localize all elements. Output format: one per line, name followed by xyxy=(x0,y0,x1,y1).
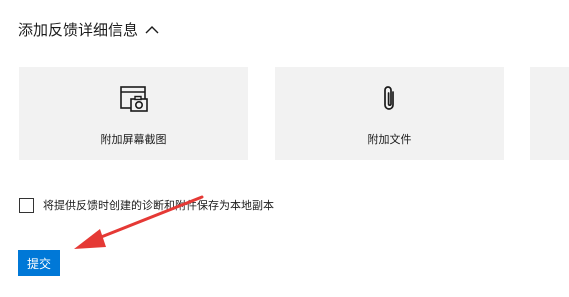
additional-option-card[interactable] xyxy=(530,67,569,160)
attach-screenshot-button[interactable]: 附加屏幕截图 xyxy=(19,67,248,160)
submit-button[interactable]: 提交 xyxy=(18,250,60,276)
section-title: 添加反馈详细信息 xyxy=(18,21,139,39)
attach-file-label: 附加文件 xyxy=(367,133,412,146)
attach-file-button[interactable]: 附加文件 xyxy=(275,67,504,160)
section-header-toggle[interactable]: 添加反馈详细信息 xyxy=(18,20,160,40)
feedback-details-panel: 添加反馈详细信息 附加屏幕截图 附加文件 将提供反馈时创建的诊断和附件保存为本地… xyxy=(0,0,569,297)
save-local-copy-option[interactable]: 将提供反馈时创建的诊断和附件保存为本地副本 xyxy=(19,197,274,213)
paperclip-icon xyxy=(383,86,394,110)
attach-screenshot-label: 附加屏幕截图 xyxy=(100,133,167,146)
save-local-copy-label: 将提供反馈时创建的诊断和附件保存为本地副本 xyxy=(43,199,274,212)
screenshot-icon xyxy=(119,86,148,112)
save-local-copy-checkbox[interactable] xyxy=(19,197,34,213)
chevron-up-icon xyxy=(145,26,159,34)
